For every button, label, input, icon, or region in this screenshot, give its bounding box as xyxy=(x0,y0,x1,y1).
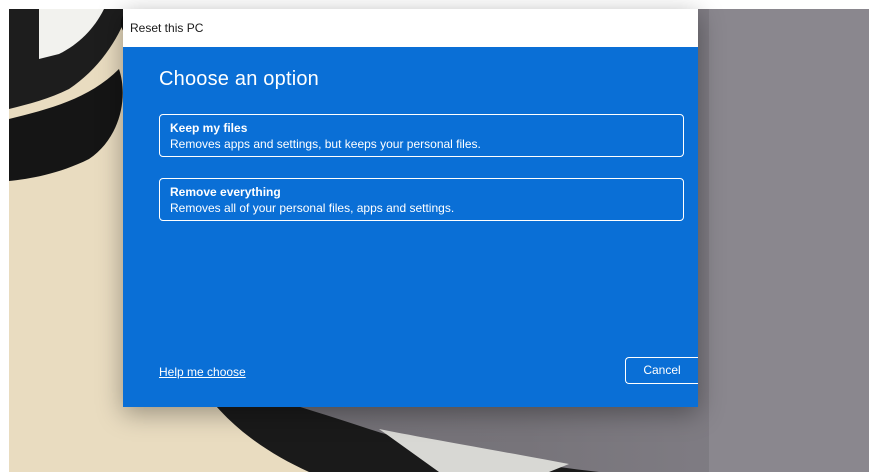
dialog-titlebar: Reset this PC xyxy=(123,9,698,47)
keep-my-files-option[interactable]: Keep my files Removes apps and settings,… xyxy=(159,114,684,157)
cancel-button[interactable]: Cancel xyxy=(625,357,698,384)
dialog-content: Choose an option Keep my files Removes a… xyxy=(123,47,698,407)
reset-this-pc-dialog: Reset this PC Choose an option Keep my f… xyxy=(123,9,698,407)
remove-everything-option[interactable]: Remove everything Removes all of your pe… xyxy=(159,178,684,221)
option-title: Remove everything xyxy=(170,185,281,199)
option-description: Removes all of your personal files, apps… xyxy=(170,201,455,215)
page-title: Choose an option xyxy=(159,68,319,90)
option-title: Keep my files xyxy=(170,121,248,135)
help-me-choose-link[interactable]: Help me choose xyxy=(159,365,246,379)
dialog-title: Reset this PC xyxy=(130,21,204,35)
option-description: Removes apps and settings, but keeps you… xyxy=(170,137,481,151)
